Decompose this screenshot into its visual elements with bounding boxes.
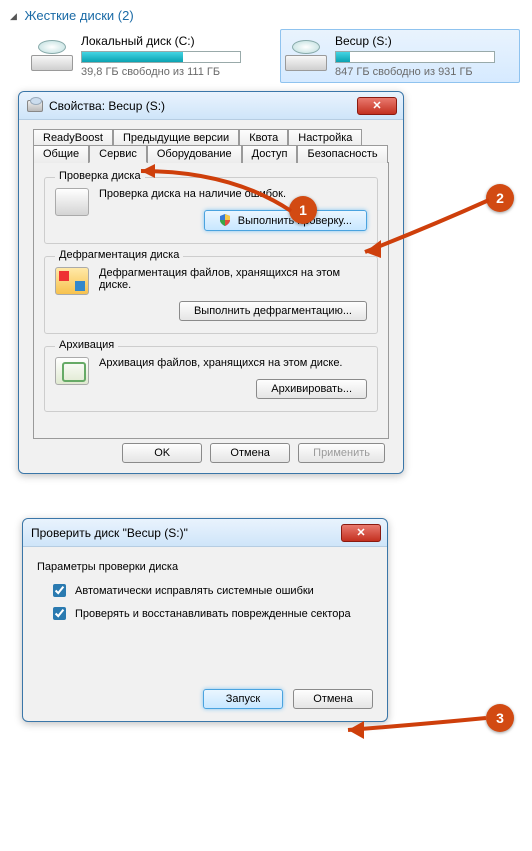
drive-s-free-text: 847 ГБ свободно из 931 ГБ <box>335 66 515 78</box>
tab-tools[interactable]: Сервис <box>89 145 147 163</box>
hdd-icon <box>27 100 43 112</box>
properties-dialog: Свойства: Becup (S:) ✕ ReadyBoost Предыд… <box>18 91 404 474</box>
close-button[interactable]: ✕ <box>357 97 397 115</box>
group-defrag: Дефрагментация диска Дефрагментация файл… <box>44 256 378 334</box>
hdd-icon <box>285 37 327 71</box>
callout-1: 1 <box>289 196 317 224</box>
checkdisk-dialog: Проверить диск "Becup (S:)" ✕ Параметры … <box>22 518 388 722</box>
close-icon: ✕ <box>372 99 381 112</box>
checkbox-autofix[interactable] <box>53 584 66 597</box>
properties-footer: OK Отмена Применить <box>29 439 393 463</box>
backup-icon <box>55 357 89 387</box>
backup-button[interactable]: Архивировать... <box>256 379 367 399</box>
params-label: Параметры проверки диска <box>37 561 373 573</box>
defrag-desc: Дефрагментация файлов, хранящихся на это… <box>99 267 367 291</box>
tab-sharing[interactable]: Доступ <box>242 145 298 163</box>
callout-2: 2 <box>486 184 514 212</box>
drive-s[interactable]: Becup (S:) 847 ГБ свободно из 931 ГБ <box>280 29 520 83</box>
cancel-button[interactable]: Отмена <box>293 689 373 709</box>
checkdisk-titlebar[interactable]: Проверить диск "Becup (S:)" ✕ <box>23 519 387 547</box>
close-button[interactable]: ✕ <box>341 524 381 542</box>
tab-customize[interactable]: Настройка <box>288 129 362 146</box>
checkbox-scan-sectors[interactable] <box>53 607 66 620</box>
properties-titlebar[interactable]: Свойства: Becup (S:) ✕ <box>19 92 403 120</box>
drives-section-header[interactable]: ◢ Жесткие диски (2) <box>6 6 526 29</box>
properties-title: Свойства: Becup (S:) <box>49 99 165 113</box>
collapse-triangle-icon[interactable]: ◢ <box>10 11 17 22</box>
checkdisk-footer: Запуск Отмена <box>23 639 387 721</box>
check-disk-legend: Проверка диска <box>55 170 145 182</box>
check-disk-icon <box>55 188 89 218</box>
drives-section-title: Жесткие диски (2) <box>25 8 134 23</box>
uac-shield-icon <box>219 214 231 226</box>
option-autofix[interactable]: Автоматически исправлять системные ошибк… <box>37 579 373 602</box>
checkdisk-title: Проверить диск "Becup (S:)" <box>31 526 188 540</box>
drive-s-capacity-bar <box>335 51 495 63</box>
apply-button: Применить <box>298 443 385 463</box>
cancel-button[interactable]: Отмена <box>210 443 290 463</box>
tab-hardware[interactable]: Оборудование <box>147 145 242 163</box>
ok-button[interactable]: OK <box>122 443 202 463</box>
check-disk-desc: Проверка диска на наличие ошибок. <box>99 188 367 200</box>
tab-readyboost[interactable]: ReadyBoost <box>33 129 113 146</box>
defrag-legend: Дефрагментация диска <box>55 249 183 261</box>
tab-row-2: Общие Сервис Оборудование Доступ Безопас… <box>33 144 393 162</box>
drive-c-free-text: 39,8 ГБ свободно из 111 ГБ <box>81 66 261 78</box>
tab-quota[interactable]: Квота <box>239 129 288 146</box>
tab-general[interactable]: Общие <box>33 145 89 163</box>
drive-c-label: Локальный диск (C:) <box>81 34 261 48</box>
option-scan-sectors[interactable]: Проверять и восстанавливать поврежденные… <box>37 602 373 625</box>
defrag-icon <box>55 267 89 297</box>
group-backup: Архивация Архивация файлов, хранящихся н… <box>44 346 378 412</box>
drive-c-capacity-bar <box>81 51 241 63</box>
backup-desc: Архивация файлов, хранящихся на этом дис… <box>99 357 367 369</box>
callout-3: 3 <box>486 704 514 732</box>
option-autofix-label: Автоматически исправлять системные ошибк… <box>75 585 314 597</box>
tools-tab-panel: Проверка диска Проверка диска на наличие… <box>33 162 389 439</box>
tab-previous-versions[interactable]: Предыдущие версии <box>113 129 239 146</box>
group-check-disk: Проверка диска Проверка диска на наличие… <box>44 177 378 244</box>
tab-row-1: ReadyBoost Предыдущие версии Квота Настр… <box>33 128 393 145</box>
hdd-icon <box>31 37 73 71</box>
check-now-button[interactable]: Выполнить проверку... <box>204 210 367 231</box>
backup-legend: Архивация <box>55 339 118 351</box>
drives-row: Локальный диск (C:) 39,8 ГБ свободно из … <box>6 29 526 83</box>
tab-security[interactable]: Безопасность <box>297 145 387 163</box>
drive-c[interactable]: Локальный диск (C:) 39,8 ГБ свободно из … <box>26 29 266 83</box>
start-button[interactable]: Запуск <box>203 689 283 709</box>
option-scan-sectors-label: Проверять и восстанавливать поврежденные… <box>75 608 351 620</box>
drive-s-label: Becup (S:) <box>335 34 515 48</box>
close-icon: ✕ <box>356 526 365 539</box>
defrag-button[interactable]: Выполнить дефрагментацию... <box>179 301 367 321</box>
screenshot-canvas: ◢ Жесткие диски (2) Локальный диск (C:) … <box>6 6 526 722</box>
